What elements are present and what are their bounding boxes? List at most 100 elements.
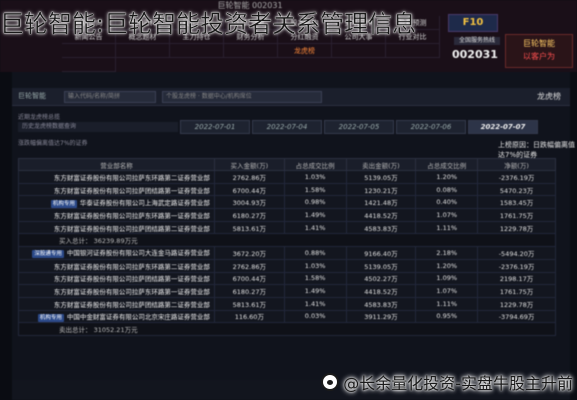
broker-name-cell[interactable]: 东方财富证券股份有限公司拉萨东环路第二证券营业部 — [18, 170, 215, 184]
column-header[interactable]: 营业部名称 — [18, 158, 215, 171]
right-margin — [570, 72, 577, 400]
cell-sell: 5139.05万 — [345, 170, 417, 184]
table-row[interactable]: 机构专用 中国中金财富证券有限公司北京宋庄路证券营业部 116.60万 0.03% 39… — [18, 309, 556, 324]
tab-date[interactable]: 2022-07-07 — [468, 120, 538, 134]
table-header-row: 营业部名称 买入金额(万) 占总成交比例 卖出金额(万) 占总成交比例 净额(万) — [18, 158, 556, 171]
cell-net: 1229.78万 — [477, 296, 556, 311]
column-header[interactable]: 占总成交比例 — [283, 158, 347, 171]
broker-name-cell[interactable]: 东方财富证券股份有限公司拉萨团结路第二证券营业部 — [18, 296, 215, 311]
column-header[interactable]: 净额(万) — [477, 158, 556, 171]
nav-item[interactable] — [116, 44, 170, 58]
cell-net: -2376.19万 — [477, 258, 556, 273]
tab-date[interactable]: 2022-07-05 — [324, 120, 394, 134]
nav-item[interactable] — [62, 58, 116, 72]
table-row[interactable]: 东方财富证券股份有限公司拉萨团结路第二证券营业部 5813.61万 1.41% 458… — [18, 296, 556, 311]
broker-name-cell[interactable]: 东方财富证券股份有限公司拉萨团结路第一证券营业部 — [18, 182, 215, 197]
broker-name-cell[interactable]: 机构专用 中国中金财富证券有限公司北京宋庄路证券营业部 — [18, 309, 215, 324]
broker-name-cell[interactable]: 东方财富证券股份有限公司拉萨东环路第一证券营业部 — [18, 284, 215, 298]
cell-buy-pct: 1.41% — [283, 296, 347, 311]
cell-buy: 6700.44万 — [213, 182, 285, 197]
cell-buy-pct: 1.03% — [283, 170, 347, 184]
broker-name-cell[interactable]: 深股通专用 中国银河证券股份有限公司大连金马路证券营业部 — [18, 246, 215, 260]
cell-sell-pct: 1.11% — [415, 296, 479, 311]
cell-buy: 5813.61万 — [213, 296, 285, 311]
total-row: 卖出总计： 31052.21万元 — [18, 322, 556, 336]
table-row[interactable]: 深股通专用 中国银河证券股份有限公司大连金马路证券营业部 3672.20万 0.88%… — [18, 246, 556, 260]
cell-buy-pct: 1.41% — [283, 220, 347, 235]
broker-tag-badge: 机构专用 — [50, 199, 77, 208]
cell-buy-pct: 0.88% — [283, 246, 347, 260]
broker-name-cell[interactable]: 东方财富证券股份有限公司拉萨团结路第一证券营业部 — [18, 271, 215, 286]
toolbar: 巨轮智能 输入代码/名称/简拼 个股龙虎榜 · 数据中心/机构席位 龙虎榜 — [12, 88, 570, 106]
stock-badge[interactable]: 巨轮智能 以客户为 — [505, 34, 573, 68]
nav-item[interactable] — [386, 44, 440, 58]
nav-item[interactable] — [62, 44, 116, 58]
broker-name: 东方财富证券股份有限公司拉萨团结路第二证券营业部 — [53, 300, 210, 309]
cell-buy: 6180.27万 — [213, 284, 285, 298]
cell-sell: 1421.48万 — [345, 195, 417, 210]
left-margin — [0, 72, 12, 400]
cell-sell: 4583.83万 — [345, 296, 417, 311]
cell-sell-pct: 0.08% — [415, 182, 479, 197]
cell-buy: 6180.27万 — [213, 208, 285, 222]
cell-sell-pct: 0.40% — [415, 195, 479, 210]
cell-buy-pct: 1.49% — [283, 208, 347, 222]
broker-name: 东方财富证券股份有限公司拉萨团结路第一证券营业部 — [53, 275, 210, 284]
cell-buy-pct: 1.58% — [283, 271, 347, 286]
cell-buy-pct: 1.58% — [283, 182, 347, 197]
summary-link[interactable]: 近期龙虎榜总揽 — [18, 112, 60, 121]
date-tabs: 2022-07-01 2022-07-04 2022-07-05 2022-07-06… — [180, 120, 538, 134]
broker-tag-badge: 机构专用 — [37, 313, 64, 322]
cell-net: -2376.19万 — [477, 170, 556, 184]
dragon-tiger-table: 营业部名称 买入金额(万) 占总成交比例 卖出金额(万) 占总成交比例 净额(万) 东方财… — [18, 158, 556, 336]
broker-name: 中国中金财富证券有限公司北京宋庄路证券营业部 — [66, 312, 210, 321]
cell-net: 1761.75万 — [477, 208, 556, 222]
nav-item[interactable] — [170, 44, 224, 58]
column-header[interactable]: 占总成交比例 — [415, 158, 479, 171]
broker-name-cell[interactable]: 东方财富证券股份有限公司拉萨东环路第一证券营业部 — [18, 208, 215, 222]
cell-sell-pct: 1.09% — [415, 271, 479, 286]
history-query[interactable]: 历史龙虎榜数据查询 — [18, 122, 178, 132]
weibo-icon — [321, 373, 340, 391]
cell-sell: 4418.52万 — [345, 284, 417, 298]
broker-name: 东方财富证券股份有限公司拉萨东环路第二证券营业部 — [53, 262, 210, 271]
cell-net: -3794.69万 — [477, 309, 556, 324]
table-row[interactable]: 东方财富证券股份有限公司拉萨东环路第二证券营业部 2762.86万 1.03% 513… — [18, 170, 556, 184]
table-row[interactable]: 东方财富证券股份有限公司拉萨东环路第二证券营业部 2762.86万 1.03% 513… — [18, 258, 556, 273]
table-row[interactable]: 东方财富证券股份有限公司拉萨东环路第一证券营业部 6180.27万 1.49% 441… — [18, 284, 556, 298]
table-row[interactable]: 东方财富证券股份有限公司拉萨东环路第一证券营业部 6180.27万 1.49% 441… — [18, 208, 556, 222]
cell-sell-pct: 0.95% — [415, 309, 479, 324]
broker-name-cell[interactable]: 东方财富证券股份有限公司拉萨团结路第二证券营业部 — [18, 220, 215, 235]
cell-buy-pct: 1.03% — [283, 258, 347, 273]
category-search-input[interactable]: 个股龙虎榜 · 数据中心/机构席位 — [162, 91, 322, 103]
tab-date[interactable]: 2022-07-06 — [396, 120, 466, 134]
broker-name-cell[interactable]: 东方财富证券股份有限公司拉萨东环路第二证券营业部 — [18, 258, 215, 273]
nav-item[interactable] — [332, 44, 386, 58]
column-header[interactable]: 卖出金额(万) — [345, 158, 417, 171]
cell-buy: 3672.20万 — [213, 246, 285, 260]
table-row[interactable]: 东方财富证券股份有限公司拉萨团结路第二证券营业部 5813.61万 1.41% 458… — [18, 220, 556, 235]
nav-item[interactable] — [224, 44, 278, 58]
reason-filter: 涨跌幅偏离值达7%的证券 — [18, 140, 88, 147]
cell-buy: 2762.86万 — [213, 170, 285, 184]
cell-sell-pct: 1.20% — [415, 170, 479, 184]
nav-item[interactable]: 龙虎榜 — [278, 44, 332, 58]
table-row[interactable]: 东方财富证券股份有限公司拉萨团结路第一证券营业部 6700.44万 1.58% 123… — [18, 182, 556, 197]
stock-search-input[interactable]: 输入代码/名称/简拼 — [64, 91, 156, 103]
tab-date[interactable]: 2022-07-04 — [252, 120, 322, 134]
breadcrumb[interactable]: 巨轮智能 — [18, 91, 46, 101]
broker-name: 东方财富证券股份有限公司拉萨东环路第二证券营业部 — [53, 173, 210, 182]
cell-buy: 2762.86万 — [213, 258, 285, 273]
broker-name: 东方财富证券股份有限公司拉萨东环路第一证券营业部 — [53, 211, 210, 220]
cell-net: -5494.20万 — [477, 246, 556, 260]
table-row[interactable]: 机构专用 华泰证券股份有限公司上海武定路证券营业部 3004.93万 0.98% 142… — [18, 195, 556, 210]
cell-buy-pct: 1.49% — [283, 284, 347, 298]
cell-sell: 4583.83万 — [345, 220, 417, 235]
broker-name: 华泰证券股份有限公司上海武定路证券营业部 — [79, 198, 210, 207]
stock-badge-slogan: 以客户为 — [523, 52, 555, 61]
table-row[interactable]: 东方财富证券股份有限公司拉萨团结路第一证券营业部 6700.44万 1.58% 450… — [18, 271, 556, 286]
column-header[interactable]: 买入金额(万) — [213, 158, 285, 171]
tab-date[interactable]: 2022-07-01 — [180, 120, 250, 134]
listing-reason: 上榜原因：日跌幅偏离值达7%的证券 — [498, 141, 575, 159]
broker-name-cell[interactable]: 机构专用 华泰证券股份有限公司上海武定路证券营业部 — [18, 195, 215, 210]
